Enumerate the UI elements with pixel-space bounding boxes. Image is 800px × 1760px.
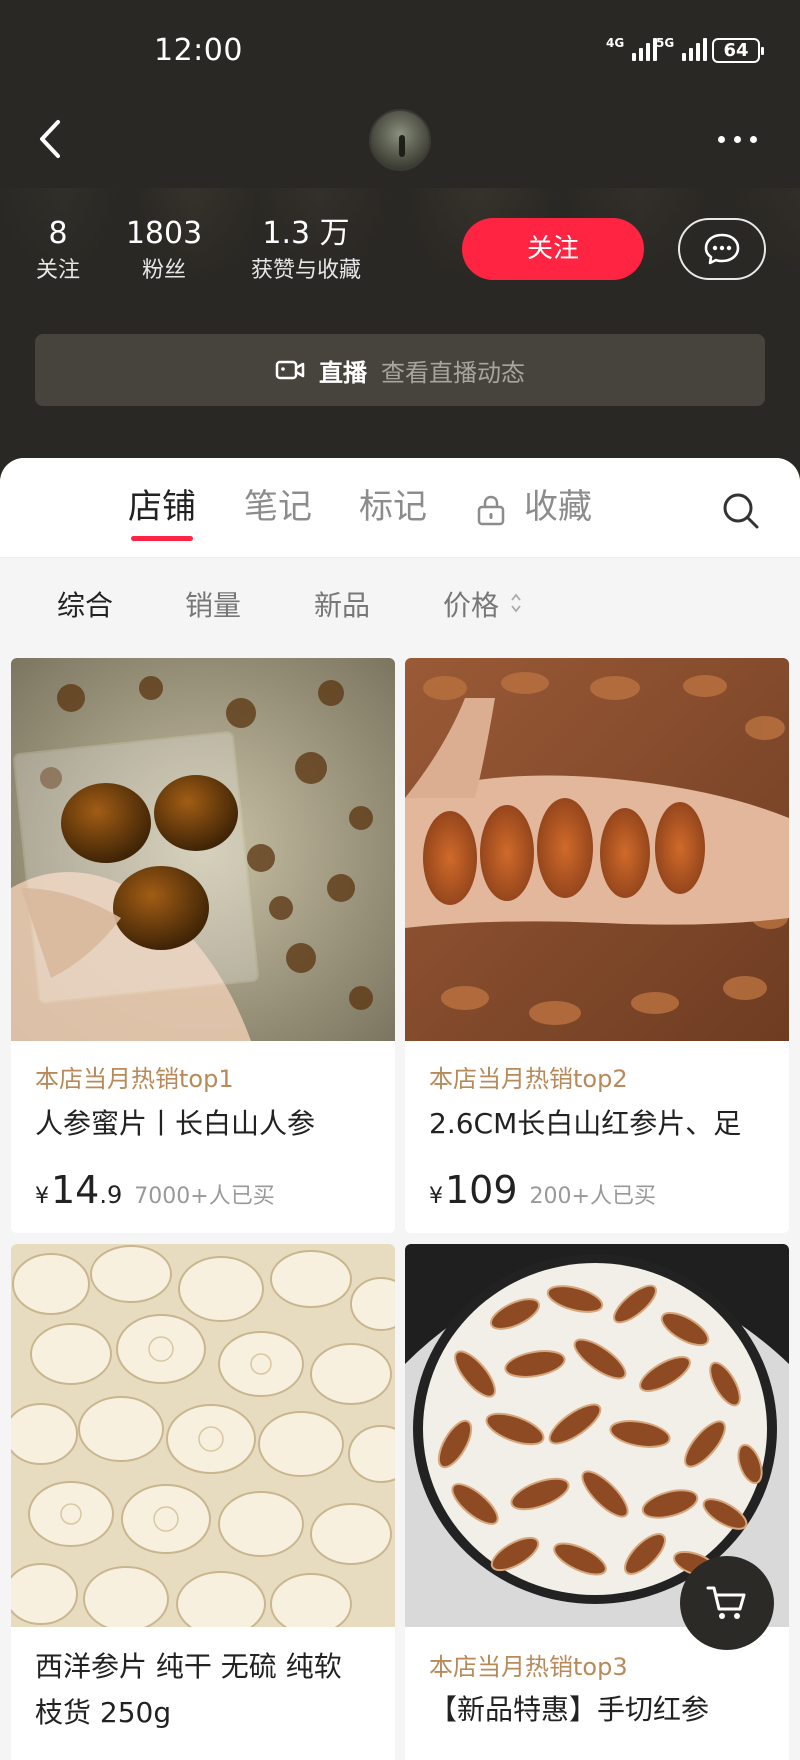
product-title: 2.6CM长白山红参片、足 — [429, 1107, 742, 1140]
back-button[interactable] — [30, 112, 74, 166]
product-price-row: ¥ 14 .9 7000+人已买 — [35, 1168, 275, 1212]
product-card[interactable]: 本店当月热销top2 2.6CM长白山红参片、足 ¥ 109 200+人已买 — [405, 658, 789, 1233]
signal-4g-icon: 4G — [606, 36, 657, 61]
stat-label: 关注 — [35, 258, 80, 283]
stat-value: 8 — [48, 216, 68, 251]
stat-likes-collections[interactable]: 1.3 万 获赞与收藏 — [240, 214, 372, 288]
tab-notes[interactable]: 笔记 — [244, 486, 312, 528]
price-integer: 14 — [51, 1168, 100, 1212]
video-camera-icon — [275, 360, 305, 380]
currency-symbol: ¥ — [35, 1184, 49, 1209]
avatar[interactable] — [369, 109, 431, 171]
sort-filters: 综合 销量 新品 价格 — [0, 558, 800, 658]
product-title-line1: 西洋参片 纯干 无硫 纯软 — [35, 1650, 342, 1683]
product-info: 本店当月热销top1 人参蜜片丨长白山人参 — [35, 1064, 377, 1146]
shop-panel: 店铺 笔记 标记 收藏 综合 销量 新品 价格 本店当月热销top1 人参蜜片丨… — [0, 458, 800, 1760]
profile-tabs: 店铺 笔记 标记 收藏 — [0, 458, 800, 558]
message-button[interactable] — [678, 218, 766, 280]
stat-value: 1803 — [125, 216, 203, 251]
lock-icon — [477, 495, 505, 526]
product-info: 西洋参片 纯干 无硫 纯软 枝货 250g — [35, 1644, 377, 1736]
live-bar[interactable]: 直播 查看直播动态 — [35, 334, 765, 406]
stat-value: 1.3 万 — [262, 216, 350, 251]
filter-price[interactable]: 价格 — [443, 586, 499, 626]
search-icon[interactable] — [718, 488, 764, 534]
active-tab-underline — [131, 536, 193, 541]
tab-collections[interactable]: 收藏 — [524, 486, 592, 528]
product-tag: 本店当月热销top1 — [35, 1065, 234, 1093]
price-decimal: .9 — [99, 1181, 123, 1209]
product-image — [405, 658, 789, 1041]
more-icon — [717, 135, 725, 143]
price-integer: 109 — [445, 1168, 518, 1212]
follow-button[interactable]: 关注 — [462, 218, 644, 280]
filter-comprehensive[interactable]: 综合 — [57, 586, 113, 626]
product-title-line2: 枝货 250g — [35, 1696, 172, 1729]
product-tag: 本店当月热销top2 — [429, 1065, 628, 1093]
product-title: 人参蜜片丨长白山人参 — [35, 1107, 316, 1140]
status-bar: 12:00 4G 5G 64 — [0, 0, 800, 100]
profile-header: 12:00 4G 5G 64 8 关注 1803 粉丝 1.3 万 获赞与收藏 … — [0, 0, 800, 480]
product-card[interactable]: 本店当月热销top1 人参蜜片丨长白山人参 ¥ 14 .9 7000+人已买 — [11, 658, 395, 1233]
sort-arrows-icon — [511, 593, 521, 613]
stat-followers[interactable]: 1803 粉丝 — [124, 214, 204, 288]
product-info: 本店当月热销top3 【新品特惠】手切红参 — [429, 1652, 771, 1732]
currency-symbol: ¥ — [429, 1184, 443, 1209]
stat-following[interactable]: 8 关注 — [30, 214, 86, 288]
tab-marks[interactable]: 标记 — [359, 486, 427, 528]
sold-count: 7000+人已买 — [134, 1184, 275, 1209]
product-tag: 本店当月热销top3 — [429, 1653, 628, 1681]
stat-label: 粉丝 — [141, 258, 186, 283]
product-title: 【新品特惠】手切红参 — [429, 1693, 710, 1726]
product-image — [11, 658, 395, 1041]
message-icon — [704, 233, 740, 265]
product-price-row: ¥ 109 200+人已买 — [429, 1168, 656, 1212]
live-description: 查看直播动态 — [381, 358, 525, 387]
product-image — [11, 1244, 395, 1627]
live-label: 直播 — [319, 358, 367, 387]
cart-button[interactable] — [680, 1556, 774, 1650]
filter-new[interactable]: 新品 — [314, 586, 370, 626]
status-time: 12:00 — [154, 33, 243, 68]
header-background-photo — [0, 188, 800, 278]
signal-5g-icon: 5G — [656, 36, 707, 61]
sold-count: 200+人已买 — [529, 1184, 656, 1209]
more-button[interactable] — [712, 126, 762, 152]
stat-label: 获赞与收藏 — [250, 258, 361, 283]
battery-icon: 64 — [712, 38, 764, 63]
product-card[interactable]: 本店当月热销top3 【新品特惠】手切红参 — [405, 1244, 789, 1760]
cart-icon — [706, 1586, 746, 1619]
product-info: 本店当月热销top2 2.6CM长白山红参片、足 — [429, 1064, 771, 1146]
filter-sales[interactable]: 销量 — [185, 586, 241, 626]
back-arrow-icon — [40, 120, 60, 158]
tab-shop[interactable]: 店铺 — [128, 486, 196, 528]
product-card[interactable]: 西洋参片 纯干 无硫 纯软 枝货 250g — [11, 1244, 395, 1760]
